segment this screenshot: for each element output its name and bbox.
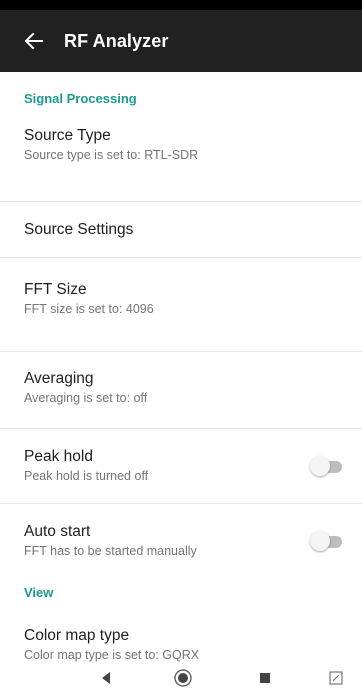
pref-fft-size[interactable]: FFT Size FFT size is set to: 4096 — [0, 258, 362, 352]
pref-title: Source Type — [24, 127, 111, 144]
settings-list[interactable]: Signal Processing Source Type Source typ… — [0, 72, 362, 664]
back-button[interactable] — [10, 10, 58, 72]
square-recents-icon — [259, 671, 271, 689]
nav-back-button[interactable] — [94, 670, 118, 690]
pref-summary: FFT has to be started manually — [24, 544, 197, 558]
pref-title: FFT Size — [24, 281, 87, 298]
arrow-back-icon — [25, 33, 43, 49]
pref-summary: FFT size is set to: 4096 — [24, 302, 154, 316]
pref-peak-hold[interactable]: Peak hold Peak hold is turned off — [0, 429, 362, 504]
pref-title: Source Settings — [24, 220, 134, 238]
rotate-screen-icon — [329, 670, 343, 690]
nav-recents-button[interactable] — [253, 670, 277, 690]
section-header-view: View — [0, 578, 362, 615]
status-bar — [0, 0, 362, 10]
pref-title: Auto start — [24, 523, 91, 540]
switch-thumb — [310, 531, 330, 551]
pref-summary: Source type is set to: RTL-SDR — [24, 148, 199, 162]
pref-source-type[interactable]: Source Type Source type is set to: RTL-S… — [0, 120, 362, 202]
pref-title: Peak hold — [24, 448, 93, 465]
circle-home-icon — [174, 668, 192, 692]
triangle-back-icon — [100, 671, 112, 690]
nav-rotate-button[interactable] — [324, 670, 348, 690]
pref-summary: Averaging is set to: off — [24, 391, 148, 405]
nav-home-button[interactable] — [171, 668, 195, 692]
pref-source-settings[interactable]: Source Settings — [0, 202, 362, 258]
section-title: Signal Processing — [24, 91, 137, 106]
pref-color-map-type[interactable]: Color map type Color map type is set to:… — [0, 615, 362, 664]
auto-start-switch[interactable] — [310, 531, 344, 551]
app-bar: RF Analyzer — [0, 10, 362, 72]
pref-title: Color map type — [24, 627, 130, 644]
section-title: View — [24, 585, 54, 600]
section-header-signal-processing: Signal Processing — [0, 72, 362, 120]
pref-summary: Peak hold is turned off — [24, 469, 149, 483]
navigation-bar — [0, 664, 362, 696]
switch-thumb — [310, 456, 330, 476]
pref-summary: Color map type is set to: GQRX — [24, 648, 200, 662]
pref-auto-start[interactable]: Auto start FFT has to be started manuall… — [0, 504, 362, 578]
pref-title: Averaging — [24, 370, 94, 387]
app-title: RF Analyzer — [64, 30, 169, 51]
pref-averaging[interactable]: Averaging Averaging is set to: off — [0, 352, 362, 429]
peak-hold-switch[interactable] — [310, 456, 344, 476]
